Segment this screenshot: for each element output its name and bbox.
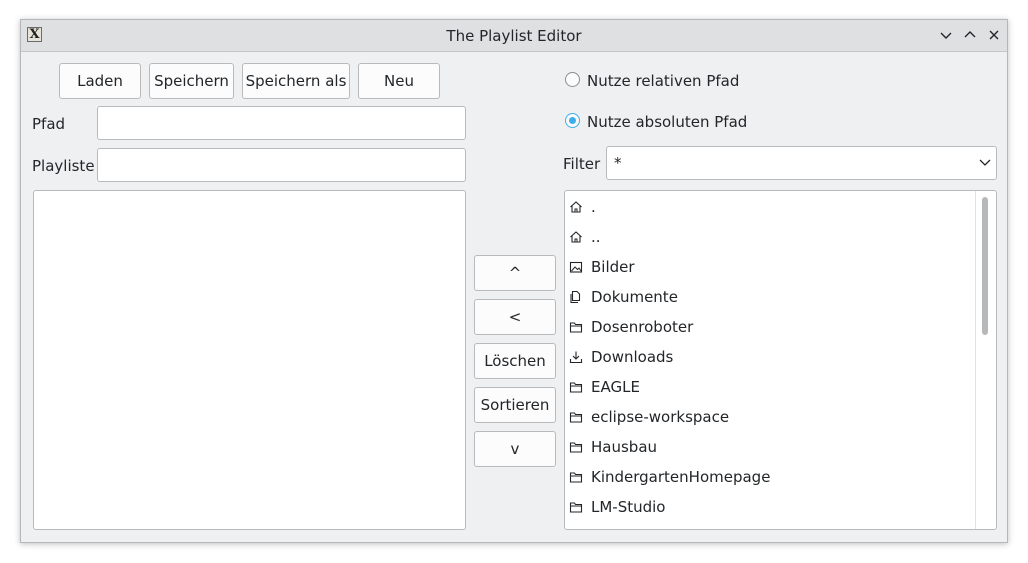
list-item[interactable]: Dokumente bbox=[569, 282, 969, 312]
documents-folder-icon bbox=[569, 290, 583, 304]
new-button[interactable]: Neu bbox=[358, 63, 440, 99]
list-item-label: LM-Studio bbox=[591, 498, 666, 516]
move-up-button[interactable]: ^ bbox=[474, 255, 556, 291]
chevron-down-icon bbox=[940, 32, 952, 39]
playlist-input[interactable] bbox=[97, 148, 466, 182]
list-item-label: .. bbox=[591, 228, 601, 246]
list-item-label: . bbox=[591, 198, 596, 216]
pictures-folder-icon bbox=[569, 260, 583, 274]
download-folder-icon bbox=[569, 350, 583, 364]
list-item[interactable]: . bbox=[569, 192, 969, 222]
list-item[interactable]: Hausbau bbox=[569, 432, 969, 462]
list-item-label: Dosenroboter bbox=[591, 318, 694, 336]
move-down-button[interactable]: v bbox=[474, 431, 556, 467]
home-icon bbox=[569, 200, 583, 214]
save-as-button[interactable]: Speichern als bbox=[242, 63, 350, 99]
save-button[interactable]: Speichern bbox=[149, 63, 234, 99]
window-title: The Playlist Editor bbox=[446, 27, 582, 45]
list-item-label: Dokumente bbox=[591, 288, 678, 306]
minimize-button[interactable] bbox=[937, 26, 955, 44]
file-browser-list[interactable]: ... Bilder Dokumente Dosenroboter Downloads E… bbox=[564, 190, 997, 530]
absolute-path-label[interactable]: Nutze absoluten Pfad bbox=[587, 113, 747, 131]
close-button[interactable] bbox=[985, 26, 1003, 44]
list-item-label: Hausbau bbox=[591, 438, 658, 456]
scrollbar-thumb[interactable] bbox=[982, 197, 988, 335]
path-label: Pfad bbox=[32, 115, 66, 133]
folder-icon bbox=[569, 500, 583, 514]
maximize-button[interactable] bbox=[961, 26, 979, 44]
path-input[interactable] bbox=[97, 106, 466, 140]
folder-icon bbox=[569, 470, 583, 484]
list-item-label: KindergartenHomepage bbox=[591, 468, 771, 486]
list-item[interactable]: eclipse-workspace bbox=[569, 402, 969, 432]
list-item[interactable]: Dosenroboter bbox=[569, 312, 969, 342]
chevron-up-icon bbox=[964, 31, 976, 38]
absolute-path-radio[interactable] bbox=[565, 113, 580, 128]
relative-path-label[interactable]: Nutze relativen Pfad bbox=[587, 72, 739, 90]
sort-button[interactable]: Sortieren bbox=[474, 387, 556, 423]
list-item[interactable]: Downloads bbox=[569, 342, 969, 372]
playlist-list[interactable] bbox=[33, 190, 466, 530]
list-item[interactable]: .. bbox=[569, 222, 969, 252]
filter-value: * bbox=[614, 154, 622, 172]
list-item-label: Downloads bbox=[591, 348, 674, 366]
scrollbar[interactable] bbox=[975, 191, 996, 529]
list-item[interactable]: KindergartenHomepage bbox=[569, 462, 969, 492]
home-icon bbox=[569, 230, 583, 244]
playlist-editor-window: X The Playlist Editor Laden Speichern Sp… bbox=[20, 19, 1008, 543]
folder-icon bbox=[569, 440, 583, 454]
folder-icon bbox=[569, 410, 583, 424]
load-button[interactable]: Laden bbox=[59, 63, 141, 99]
folder-icon bbox=[569, 320, 583, 334]
list-item-label: EAGLE bbox=[591, 378, 640, 396]
list-item-label: Bilder bbox=[591, 258, 635, 276]
chevron-down-icon bbox=[979, 159, 991, 166]
title-bar[interactable]: X The Playlist Editor bbox=[21, 20, 1007, 52]
list-item[interactable]: EAGLE bbox=[569, 372, 969, 402]
list-item-label: eclipse-workspace bbox=[591, 408, 730, 426]
list-item[interactable]: LM-Studio bbox=[569, 492, 969, 522]
relative-path-radio[interactable] bbox=[565, 72, 580, 87]
close-icon bbox=[989, 30, 999, 40]
list-item[interactable]: Bilder bbox=[569, 252, 969, 282]
filter-label: Filter bbox=[563, 155, 601, 173]
playlist-label: Playliste bbox=[32, 157, 95, 175]
folder-icon bbox=[569, 380, 583, 394]
delete-button[interactable]: Löschen bbox=[474, 343, 556, 379]
filter-combo[interactable]: * bbox=[606, 146, 997, 180]
add-to-playlist-button[interactable]: < bbox=[474, 299, 556, 335]
